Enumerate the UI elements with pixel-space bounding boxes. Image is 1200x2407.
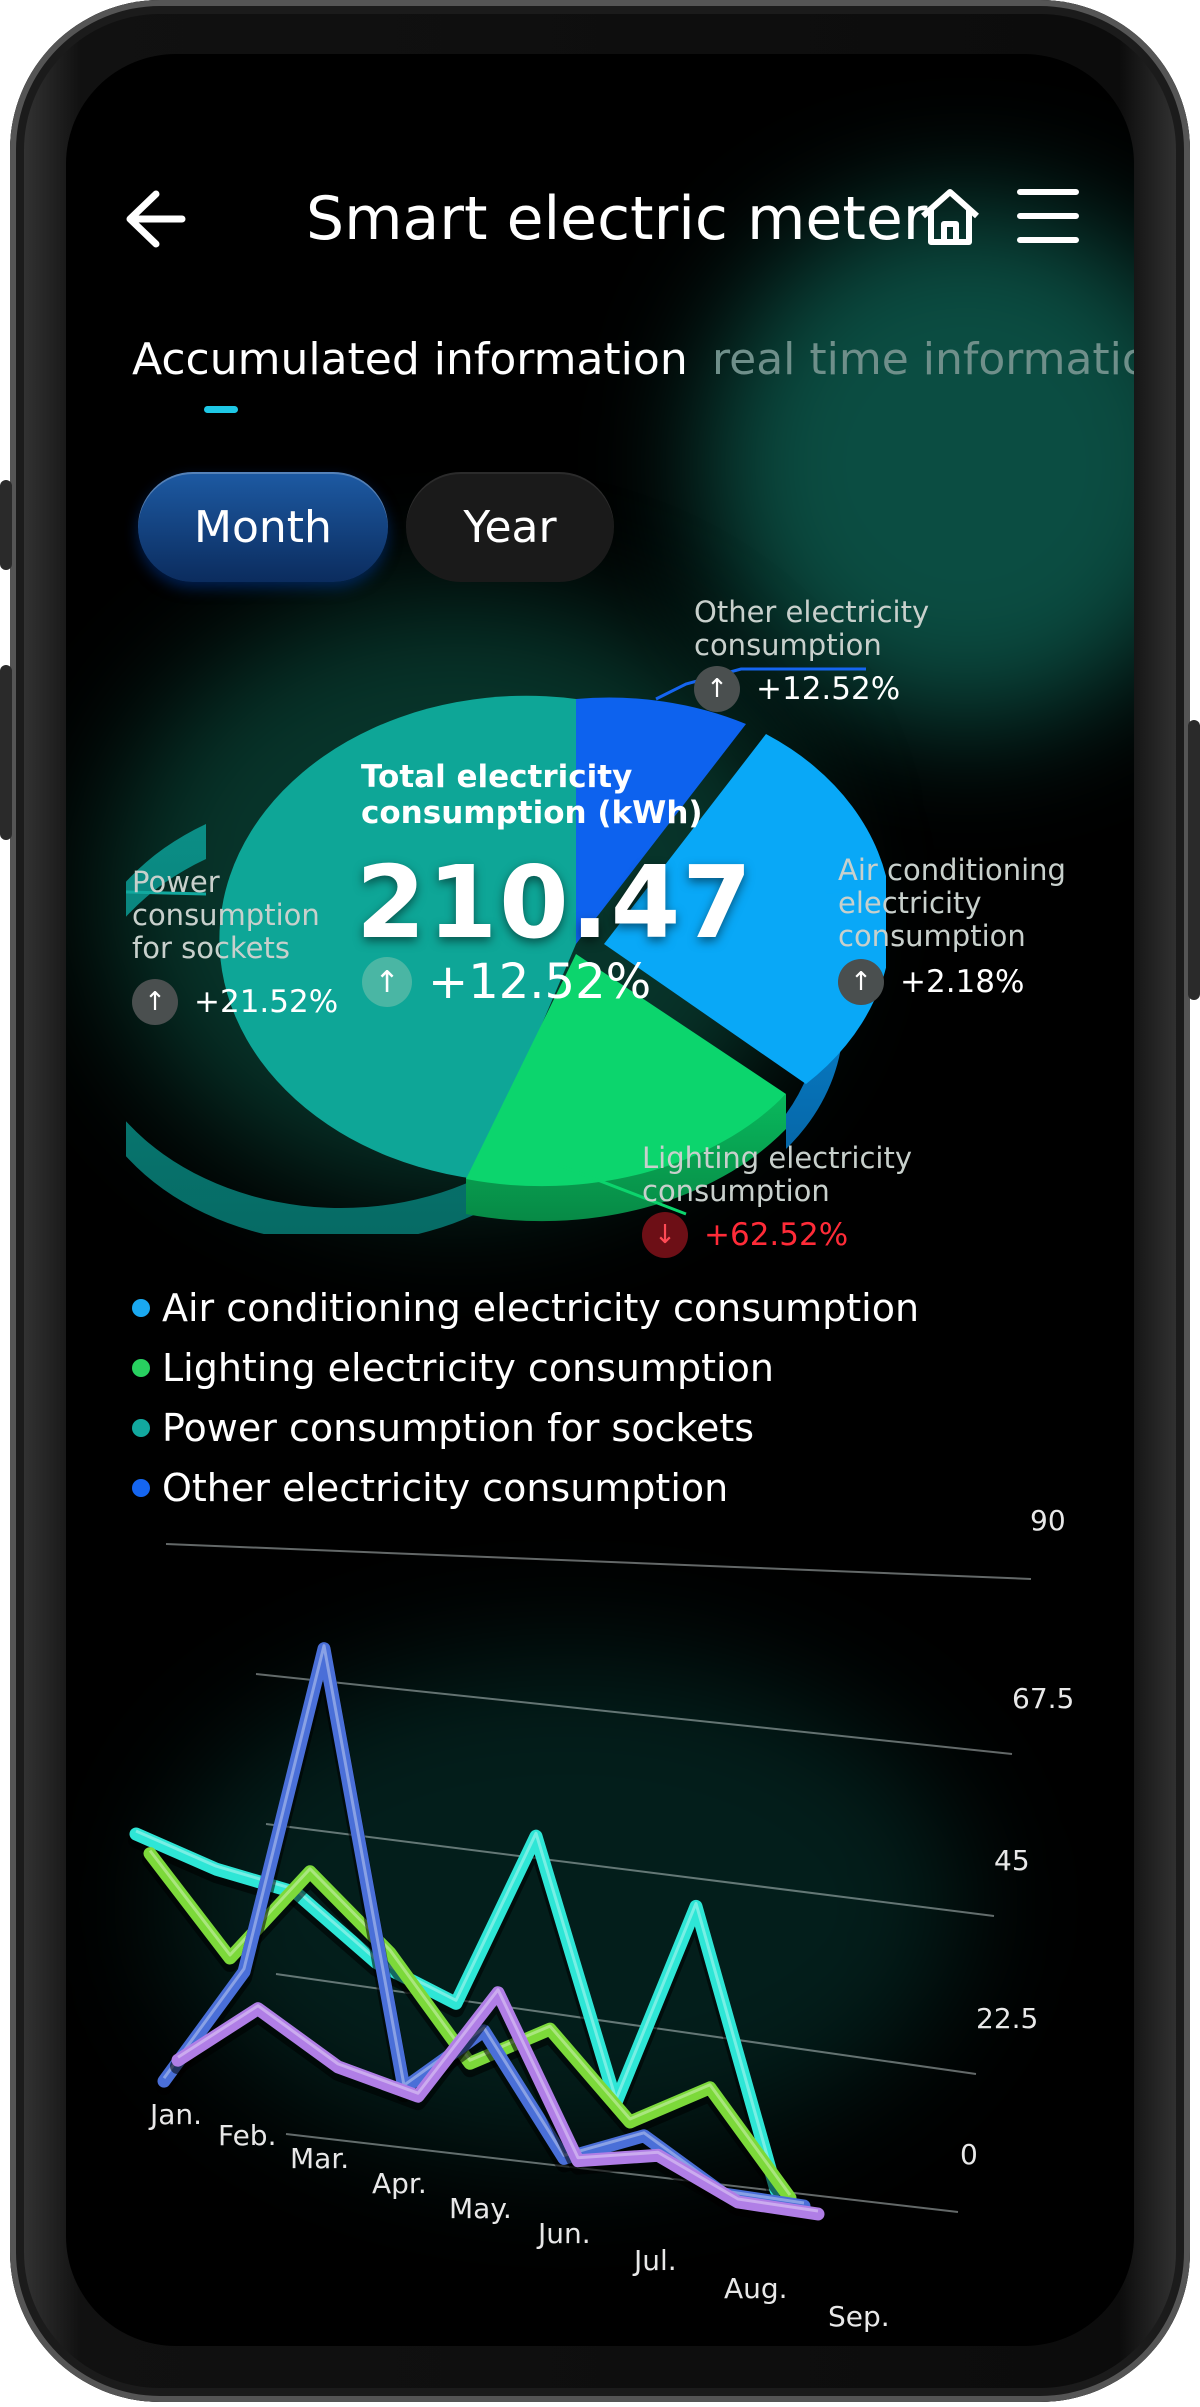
phone-side-button (0, 665, 12, 840)
chart-grid-line (255, 1673, 1013, 1755)
legend-item-air-conditioning: Air conditioning electricity consumption (132, 1286, 919, 1330)
year-toggle-button[interactable]: Year (406, 472, 614, 582)
phone-power-button (1188, 720, 1200, 1000)
lighting-label-line2: consumption (642, 1174, 830, 1208)
legend-item-sockets: Power consumption for sockets (132, 1406, 754, 1450)
air-conditioning-label: Air conditioning electricity consumption (838, 854, 1066, 953)
y-tick-label: 67.5 (1012, 1682, 1075, 1715)
x-tick-label: Jun. (538, 2217, 591, 2250)
other-consumption-change: ↑ +12.52% (694, 666, 900, 712)
air-conditioning-change: ↑ +2.18% (838, 959, 1024, 1005)
legend-label: Air conditioning electricity consumption (162, 1286, 920, 1330)
total-change-value: +12.52% (428, 954, 652, 1010)
hamburger-menu-icon (1017, 189, 1079, 243)
chart-grid-line (165, 1543, 1032, 1580)
other-consumption-label: Other electricity consumption (694, 596, 929, 662)
lighting-change: ↓ +62.52% (642, 1212, 848, 1258)
back-button[interactable] (122, 184, 188, 258)
legend-item-lighting: Lighting electricity consumption (132, 1346, 774, 1390)
sockets-change-value: +21.52% (194, 984, 339, 1020)
home-icon (921, 189, 979, 245)
lighting-change-value: +62.52% (704, 1217, 849, 1253)
home-button[interactable] (915, 182, 985, 256)
legend-dot (132, 1479, 150, 1497)
menu-button[interactable] (1016, 184, 1080, 252)
ac-label-line3: consumption (838, 919, 1026, 953)
sockets-label-line3: for sockets (132, 931, 290, 965)
up-arrow-icon: ↑ (132, 979, 178, 1025)
back-arrow-icon (126, 190, 186, 248)
y-tick-label: 0 (960, 2138, 978, 2171)
page-title: Smart electric meter (306, 184, 928, 254)
legend-item-other: Other electricity consumption (132, 1466, 728, 1510)
sockets-label: Power consumption for sockets (132, 866, 320, 965)
month-toggle-button[interactable]: Month (138, 472, 388, 582)
legend-dot (132, 1359, 150, 1377)
legend-dot (132, 1299, 150, 1317)
tab-accumulated-information[interactable]: Accumulated information (132, 334, 688, 385)
x-tick-label: Jul. (634, 2244, 677, 2277)
x-tick-label: Sep. (828, 2300, 890, 2333)
legend-label: Power consumption for sockets (162, 1406, 755, 1450)
lighting-label-line1: Lighting electricity (642, 1141, 913, 1175)
y-tick-label: 90 (1030, 1504, 1066, 1537)
y-tick-label: 22.5 (976, 2002, 1039, 2035)
active-tab-indicator (204, 406, 238, 413)
tab-real-time-information[interactable]: real time information (712, 334, 1134, 385)
total-change: ↑ +12.52% (362, 954, 651, 1010)
y-tick-label: 45 (994, 1844, 1030, 1877)
legend-label: Lighting electricity consumption (162, 1346, 774, 1390)
sockets-label-line1: Power (132, 865, 220, 899)
up-arrow-icon: ↑ (838, 959, 884, 1005)
down-arrow-icon: ↓ (642, 1212, 688, 1258)
ac-label-line2: electricity (838, 886, 982, 920)
ac-label-line1: Air conditioning (838, 853, 1066, 887)
other-label-line2: consumption (694, 628, 882, 662)
lighting-label: Lighting electricity consumption (642, 1142, 912, 1208)
x-tick-label: Mar. (290, 2142, 350, 2175)
phone-side-button (0, 480, 12, 570)
monthly-consumption-line-chart (128, 1543, 1032, 2228)
other-change-value: +12.52% (756, 671, 901, 707)
up-arrow-icon: ↑ (362, 957, 412, 1007)
total-consumption-label-line1: Total electricity (361, 759, 633, 795)
ac-change-value: +2.18% (900, 964, 1025, 1000)
legend-dot (132, 1419, 150, 1437)
up-arrow-icon: ↑ (694, 666, 740, 712)
legend-label: Other electricity consumption (162, 1466, 729, 1510)
total-consumption-label: Total electricity consumption (kWh) (361, 759, 703, 831)
x-tick-label: May. (449, 2192, 512, 2225)
total-consumption-label-line2: consumption (kWh) (361, 795, 703, 831)
total-consumption-value: 210.47 (356, 844, 754, 961)
x-tick-label: Feb. (218, 2119, 277, 2152)
x-tick-label: Aug. (724, 2272, 788, 2305)
other-label-line1: Other electricity (694, 595, 930, 629)
x-tick-label: Apr. (372, 2167, 427, 2200)
x-tick-label: Jan. (150, 2098, 203, 2131)
sockets-label-line2: consumption (132, 898, 320, 932)
sockets-change: ↑ +21.52% (132, 979, 338, 1025)
app-screen: Smart electric meter Accumulated informa… (66, 54, 1134, 2346)
